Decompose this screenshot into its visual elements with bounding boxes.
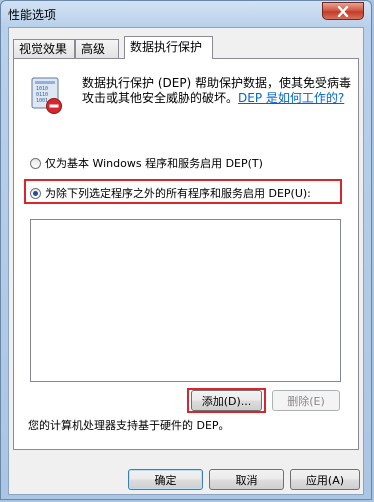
- radio-button-checked[interactable]: [30, 187, 41, 199]
- radio-all-except-selected[interactable]: 为除下列选定程序之外的所有程序和服务启用 DEP(U):: [30, 185, 311, 201]
- tab-advanced[interactable]: 高级: [75, 39, 119, 58]
- dep-help-link[interactable]: DEP 是如何工作的?: [238, 91, 344, 105]
- remove-button[interactable]: 删除(E): [272, 390, 340, 411]
- cancel-button[interactable]: 取消: [209, 469, 284, 490]
- radio-label: 为除下列选定程序之外的所有程序和服务启用 DEP(U):: [45, 187, 311, 200]
- ok-button[interactable]: 确定: [128, 469, 203, 490]
- radio-button[interactable]: [30, 157, 41, 169]
- svg-text:1001: 1001: [36, 98, 48, 104]
- dep-shield-icon: 1010 0110 1001: [31, 77, 62, 114]
- close-button[interactable]: [322, 2, 364, 20]
- hardware-dep-status: 您的计算机处理器支持基于硬件的 DEP。: [28, 419, 230, 432]
- dialog-client-area: 视觉效果 高级 数据执行保护 1010 0110 1001 数据执行保护 (DE…: [8, 27, 364, 495]
- close-icon: [337, 5, 349, 17]
- tab-dep[interactable]: 数据执行保护: [124, 36, 213, 59]
- apply-button[interactable]: 应用(A): [290, 469, 360, 490]
- performance-options-window: 性能选项 视觉效果 高级 数据执行保护 1010 0110 1001 数据执行保…: [0, 0, 372, 500]
- window-title: 性能选项: [8, 8, 57, 22]
- radio-label: 仅为基本 Windows 程序和服务启用 DEP(T): [45, 157, 263, 170]
- title-bar[interactable]: 性能选项: [1, 1, 371, 27]
- tab-label: 视觉效果: [19, 42, 68, 56]
- radio-essential-only[interactable]: 仅为基本 Windows 程序和服务启用 DEP(T): [30, 155, 263, 171]
- excluded-programs-list[interactable]: [30, 219, 341, 382]
- dep-tab-panel: 1010 0110 1001 数据执行保护 (DEP) 帮助保护数据，使其免受病…: [13, 58, 359, 450]
- tab-label: 高级: [81, 42, 106, 56]
- tab-label: 数据执行保护: [130, 40, 203, 54]
- dep-description: 数据执行保护 (DEP) 帮助保护数据，使其免受病毒攻击或其他安全威胁的破坏。D…: [82, 76, 352, 106]
- add-button[interactable]: 添加(D)...: [191, 390, 262, 411]
- tab-visual-effects[interactable]: 视觉效果: [13, 39, 75, 58]
